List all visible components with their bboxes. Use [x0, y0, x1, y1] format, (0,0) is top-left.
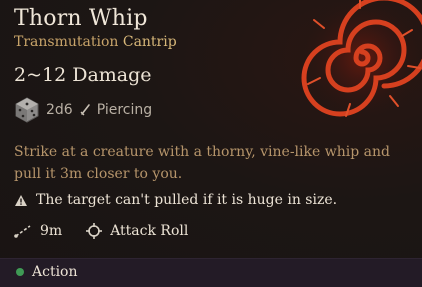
spell-school-level: Transmutation Cantrip — [14, 34, 177, 50]
thorn-spiral-icon — [296, 0, 422, 124]
crosshair-icon — [86, 223, 103, 239]
damage-type: Piercing — [96, 102, 153, 118]
spell-level: Cantrip — [122, 34, 177, 50]
warning-row: The target can't pulled if it is huge in… — [14, 192, 337, 208]
spell-description: Strike at a creature with a thorny, vine… — [14, 144, 390, 182]
action-cost: Action — [16, 264, 78, 280]
spell-tooltip: Thorn Whip Transmutation Cantrip 2~12 Da… — [0, 0, 422, 287]
range-value: 9m — [40, 223, 63, 239]
dice-row: 2d6 Piercing — [14, 96, 152, 124]
spell-name: Thorn Whip — [14, 6, 148, 31]
action-dot-icon — [16, 268, 24, 276]
warning-text: The target can't pulled if it is huge in… — [36, 192, 338, 208]
roll-type: Attack Roll — [110, 223, 189, 239]
cost-footer: Action — [0, 258, 422, 287]
action-label: Action — [32, 264, 78, 280]
spell-properties: 9m Attack Roll — [14, 223, 188, 239]
d6-dice-icon — [15, 97, 39, 123]
warning-triangle-icon — [15, 194, 27, 206]
damage-range: 2~12 Damage — [14, 64, 152, 86]
spell-school: Transmutation — [14, 34, 119, 50]
range-line-icon — [14, 225, 31, 238]
dagger-icon — [80, 104, 90, 116]
dice-value: 2d6 — [46, 102, 73, 118]
